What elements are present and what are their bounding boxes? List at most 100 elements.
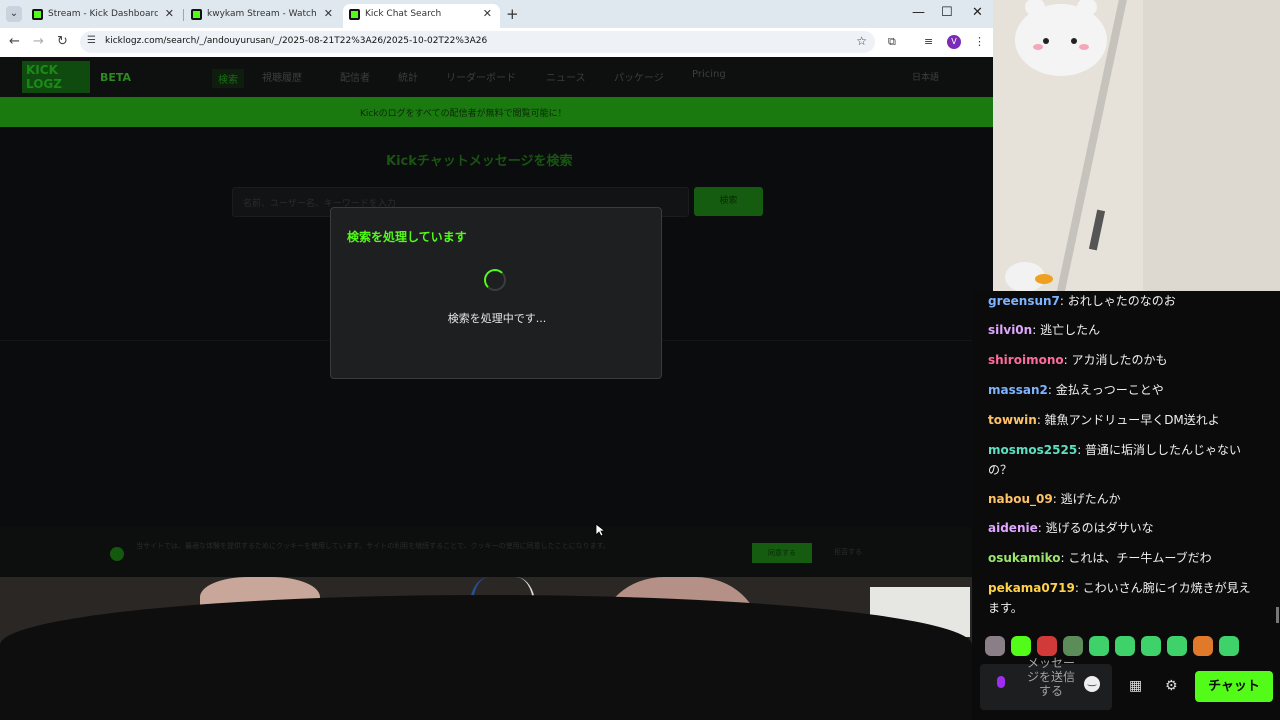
beta-badge: BETA [100,71,132,84]
chat-text: 逃亡したん [1040,323,1101,337]
tab-search-menu-icon[interactable]: ⌄ [6,6,22,22]
tab-kwykam-stream[interactable]: kwykam Stream - Watch Live o ✕ [185,4,341,28]
mouse-cursor-icon [595,523,605,537]
emote-icon[interactable] [1141,636,1161,656]
maximize-icon[interactable]: ☐ [941,5,953,20]
emote-icon[interactable] [1089,636,1109,656]
chat-username[interactable]: aidenie [988,521,1038,535]
chat-username[interactable]: massan2 [988,383,1048,397]
plush-ear [1025,0,1045,16]
media-controls-icon[interactable]: ≡ [924,35,933,48]
language-selector[interactable]: 日本語 [912,70,939,83]
chat-message: shiroimono: アカ消したのかも [988,353,1168,367]
emoji-icon[interactable] [1084,676,1100,692]
profile-avatar[interactable]: V [947,35,961,49]
url-text: kicklogz.com/search/_/andouyurusan/_/202… [105,36,488,46]
duck-toy [1005,262,1053,291]
chat-text: アカ消したのかも [1071,353,1168,367]
menu-kebab-icon[interactable]: ⋮ [974,35,985,48]
store-icon[interactable]: ▦ [1129,678,1142,694]
webcam-shade [1143,0,1280,291]
chat-scrollbar[interactable] [1276,607,1279,623]
chat-text: おれしゃたのなのお [1067,294,1176,308]
chat-username[interactable]: greensun7 [988,294,1060,308]
plush-blush [1079,44,1089,50]
settings-gear-icon[interactable]: ⚙ [1165,678,1178,694]
chat-message: massan2: 金払えっつーことや [988,383,1164,397]
emote-icon[interactable] [1193,636,1213,656]
chat-username[interactable]: shiroimono [988,353,1064,367]
site-info-icon[interactable]: ☰ [87,35,96,46]
chat-message: osukamiko: これは、チー牛ムーブだわ [988,551,1212,565]
chat-username[interactable]: towwin [988,413,1037,427]
chat-text: これは、チー牛ムーブだわ [1068,551,1212,565]
nav-watch-history[interactable]: 視聴履歴 [262,69,302,84]
kick-favicon-icon [349,9,360,20]
nav-search[interactable]: 検索 [212,69,244,88]
tab-close-icon[interactable]: ✕ [165,7,174,20]
cookie-decline-button[interactable]: 拒否する [834,547,862,557]
tab-close-icon[interactable]: ✕ [483,7,492,20]
cookie-icon [110,547,124,561]
minimize-icon[interactable]: — [912,5,925,20]
tab-close-icon[interactable]: ✕ [324,7,333,20]
nav-pricing[interactable]: Pricing [692,69,726,80]
kicklogz-logo[interactable]: KICK LOGZ [22,61,90,93]
nav-stats[interactable]: 統計 [398,69,418,84]
chat-message: greensun7: おれしゃたのなのお [988,294,1176,308]
emote-icon[interactable] [1037,636,1057,656]
page-title: Kickチャットメッセージを検索 [386,154,573,169]
camera-chair [0,595,972,720]
new-tab-icon[interactable]: + [506,5,519,23]
address-bar[interactable]: ☰ kicklogz.com/search/_/andouyurusan/_/2… [80,31,875,53]
streamer-camera-feed [0,577,972,720]
dialog-message: 検索を処理中です... [447,312,547,325]
chat-text: 雑魚アンドリュー早くDM送れよ [1044,413,1220,427]
nav-streamers[interactable]: 配信者 [340,69,370,84]
emote-icon[interactable] [1115,636,1135,656]
nav-leaderboard[interactable]: リーダーボード [446,69,516,84]
dialog-title: 検索を処理しています [347,230,467,244]
announcement-banner[interactable]: Kickのログをすべての配信者が無料で閲覧可能に！ [0,97,993,127]
reload-icon[interactable]: ↻ [57,34,68,49]
plush-eye [1071,38,1077,44]
extensions-icon[interactable]: ⧉ [888,35,896,49]
chat-username[interactable]: nabou_09 [988,492,1053,506]
nav-packages[interactable]: パッケージ [614,69,664,84]
chat-text: 逃げたんか [1060,492,1121,506]
emote-icon[interactable] [1219,636,1239,656]
tab-kick-chat-search[interactable]: Kick Chat Search ✕ [343,4,500,28]
back-icon[interactable]: ← [9,34,20,49]
chat-input[interactable]: メッセージを送信する [980,656,1112,710]
chat-message: pekama0719: こわいさん腕にイカ焼きが見えます。 [988,581,1251,615]
bookmark-star-icon[interactable]: ☆ [856,34,867,48]
processing-dialog: 検索を処理しています 検索を処理中です... [330,207,662,379]
chat-message: aidenie: 逃げるのはダサいな [988,521,1154,535]
emote-icon[interactable] [985,636,1005,656]
tab-title: Kick Chat Search [365,9,442,19]
chat-text: 逃げるのはダサいな [1045,521,1154,535]
emote-icon[interactable] [1167,636,1187,656]
duck-beak [1035,274,1053,284]
emote-icon[interactable] [1011,636,1031,656]
tab-title: kwykam Stream - Watch Live o [207,9,319,19]
tab-stream-dashboard[interactable]: Stream - Kick Dashboard ✕ [26,4,182,28]
tab-divider [183,9,184,21]
search-button[interactable]: 検索 [694,187,763,216]
microphone-icon[interactable] [994,676,1008,694]
cookie-accept-button[interactable]: 同意する [752,543,812,563]
chat-message: mosmos2525: 普通に垢消ししたんじゃないの？ [988,443,1242,477]
emote-icon[interactable] [1063,636,1083,656]
chat-username[interactable]: mosmos2525 [988,443,1077,457]
nav-news[interactable]: ニュース [546,69,586,84]
forward-icon[interactable]: → [33,34,44,49]
window-close-icon[interactable]: ✕ [972,5,983,20]
chat-send-button[interactable]: チャット [1195,671,1273,702]
chat-username[interactable]: pekama0719 [988,581,1075,595]
cookie-consent-bar: 当サイトでは、最適な体験を提供するためにクッキーを使用しています。サイトの利用を… [0,527,993,577]
plush-eye [1043,38,1049,44]
chat-message: silvi0n: 逃亡したん [988,323,1101,337]
chat-text: 金払えっつーことや [1055,383,1164,397]
chat-username[interactable]: silvi0n [988,323,1032,337]
chat-username[interactable]: osukamiko [988,551,1061,565]
